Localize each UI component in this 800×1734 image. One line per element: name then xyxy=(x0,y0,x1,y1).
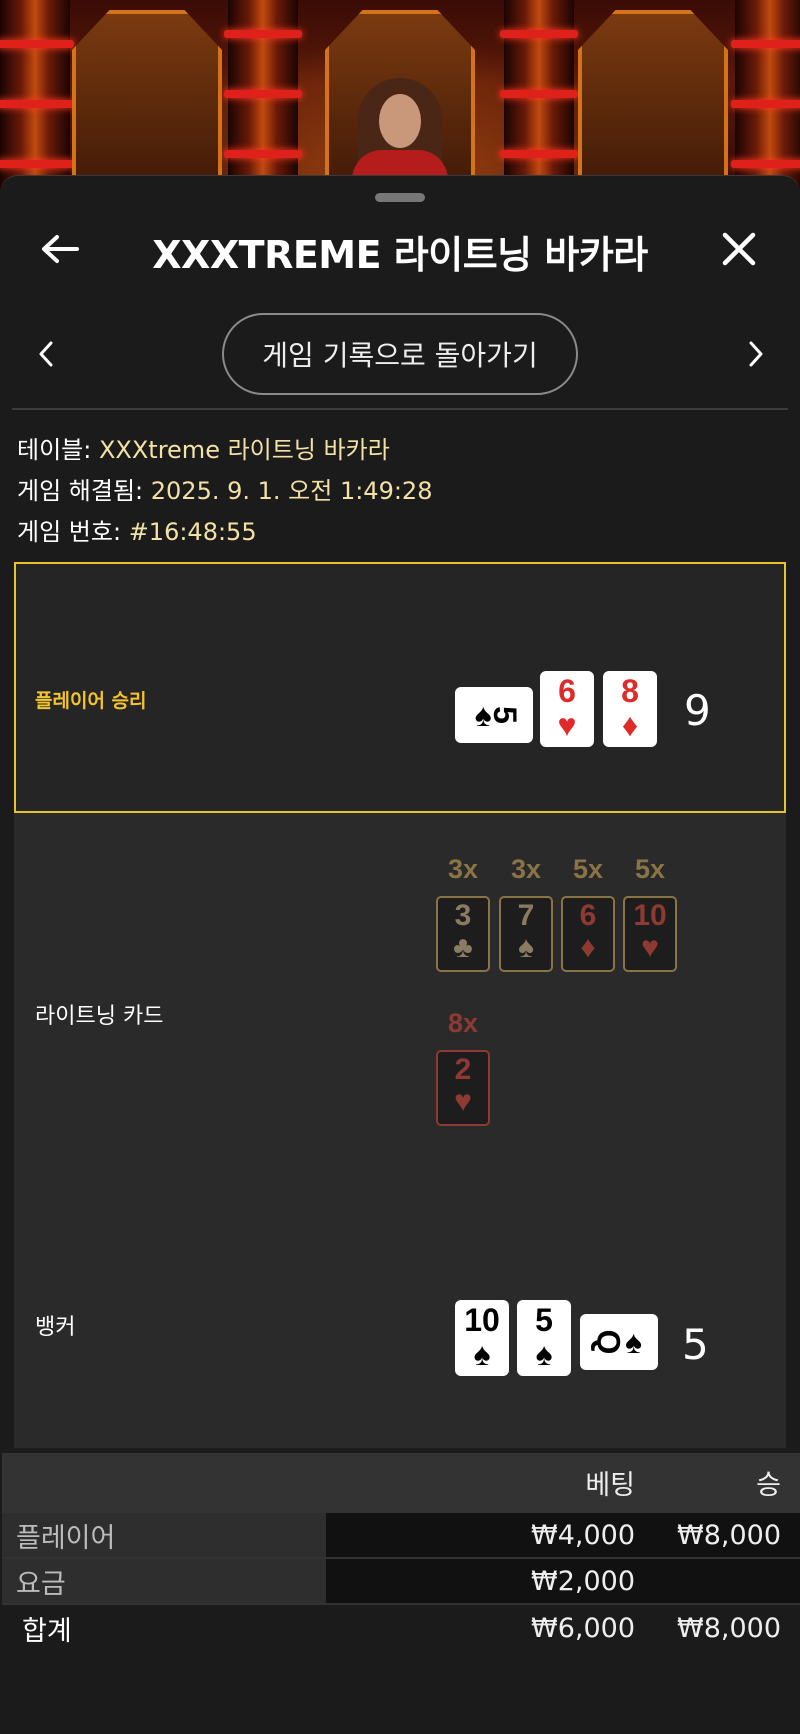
total-label: 합계 xyxy=(22,1615,72,1647)
column-header-win: 승 xyxy=(756,1469,781,1501)
card-rank: 6 xyxy=(558,673,576,709)
lightning-multiplier: 8x xyxy=(447,1008,479,1038)
card-rank: 10 xyxy=(464,1302,500,1338)
player-win-label: 플레이어 승리 xyxy=(35,690,147,712)
banker-label: 뱅커 xyxy=(35,1315,76,1340)
divider xyxy=(12,408,788,410)
prev-game-button[interactable] xyxy=(16,324,76,384)
lightning-multiplier: 5x xyxy=(572,854,604,884)
back-button[interactable] xyxy=(30,219,90,279)
card-rank: 8 xyxy=(621,673,639,709)
banker-card-3: Q ♠ xyxy=(580,1314,658,1370)
result-panel: 플레이어 승리 ♠ 5 6 ♥ 8 ♦ 9 라이트닝 카드 3x 3 ♣ 3x … xyxy=(14,562,786,1448)
lightning-card: 6 ♦ xyxy=(561,896,615,972)
info-resolved-value: 2025. 9. 1. 오전 1:49:28 xyxy=(150,477,433,505)
card-rank: 3 xyxy=(454,899,472,932)
banker-card-2: 5 ♠ xyxy=(517,1300,571,1376)
info-number-row: 게임 번호: #16:48:55 xyxy=(17,512,257,547)
total-bet-amount: ₩6,000 xyxy=(531,1612,635,1644)
info-resolved-row: 게임 해결됨: 2025. 9. 1. 오전 1:49:28 xyxy=(17,471,432,506)
card-suit: ♦ xyxy=(580,931,596,964)
card-suit: ♣ xyxy=(453,931,473,964)
lightning-card: 10 ♥ xyxy=(623,896,677,972)
lightning-card: 7 ♠ xyxy=(499,896,553,972)
card-suit: ♠ xyxy=(518,931,534,964)
card-suit: ♥ xyxy=(641,931,659,964)
bet-name: 요금 xyxy=(2,1559,326,1603)
column-header-bet: 베팅 xyxy=(585,1469,635,1501)
lightning-card: 3 ♣ xyxy=(436,896,490,972)
card-suit: ♠ xyxy=(624,1324,642,1360)
card-rank: 7 xyxy=(517,899,535,932)
table-total-row: 합계 ₩6,000 ₩8,000 xyxy=(2,1603,800,1651)
player-card-2: 6 ♥ xyxy=(540,671,594,747)
card-rank: Q xyxy=(590,1329,627,1355)
lightning-multiplier: 3x xyxy=(447,854,479,884)
lightning-multiplier: 3x xyxy=(510,854,542,884)
info-label: 게임 해결됨: xyxy=(17,477,144,505)
back-to-history-button[interactable]: 게임 기록으로 돌아가기 xyxy=(222,313,578,395)
card-suit: ♦ xyxy=(621,707,639,743)
close-button[interactable] xyxy=(709,219,769,279)
player-result-box: 플레이어 승리 ♠ 5 6 ♥ 8 ♦ 9 xyxy=(14,562,786,813)
bets-table: 베팅 승 플레이어 ₩4,000 ₩8,000 요금 ₩2,000 합계 ₩6,… xyxy=(2,1453,800,1651)
lightning-multiplier: 5x xyxy=(634,854,666,884)
player-card-3: 8 ♦ xyxy=(603,671,657,747)
page-title: XXXTREME 라이트닝 바카라 xyxy=(152,233,648,277)
banker-score: 5 xyxy=(682,1320,709,1369)
info-label: 테이블: xyxy=(17,436,92,464)
sheet-header: XXXTREME 라이트닝 바카라 xyxy=(0,216,800,286)
card-rank: 6 xyxy=(579,899,597,932)
win-amount: ₩8,000 xyxy=(677,1519,781,1551)
card-rank: 5 xyxy=(486,706,523,724)
chevron-left-icon xyxy=(39,341,53,367)
info-table-row: 테이블: XXXtreme 라이트닝 바카라 xyxy=(17,430,390,465)
table-header-row: 베팅 승 xyxy=(2,1453,800,1511)
card-suit: ♥ xyxy=(454,1085,472,1118)
card-suit: ♠ xyxy=(535,1336,553,1372)
info-label: 게임 번호: xyxy=(17,518,122,546)
card-rank: 2 xyxy=(454,1053,472,1086)
player-score: 9 xyxy=(684,686,711,735)
card-rank: 5 xyxy=(535,1302,553,1338)
card-suit: ♥ xyxy=(557,707,577,743)
player-card-1: ♠ 5 xyxy=(455,687,533,743)
banker-card-1: 10 ♠ xyxy=(455,1300,509,1376)
table-row: 플레이어 ₩4,000 ₩8,000 xyxy=(2,1511,800,1557)
lightning-cards-label: 라이트닝 카드 xyxy=(35,1004,164,1029)
bet-name: 플레이어 xyxy=(2,1513,326,1557)
game-navigation: 게임 기록으로 돌아가기 xyxy=(0,313,800,397)
arrow-left-icon xyxy=(42,235,79,263)
total-win-amount: ₩8,000 xyxy=(677,1612,781,1644)
chevron-right-icon xyxy=(749,341,763,367)
lightning-card: 2 ♥ xyxy=(436,1050,490,1126)
info-number-value: #16:48:55 xyxy=(128,518,257,546)
card-suit: ♠ xyxy=(473,1336,491,1372)
info-table-value: XXXtreme 라이트닝 바카라 xyxy=(98,436,390,464)
card-rank: 10 xyxy=(633,899,667,932)
close-icon xyxy=(722,232,756,266)
next-game-button[interactable] xyxy=(726,324,786,384)
bet-amount: ₩2,000 xyxy=(531,1565,635,1597)
table-row: 요금 ₩2,000 xyxy=(2,1557,800,1603)
sheet-drag-handle[interactable] xyxy=(375,193,425,202)
bet-amount: ₩4,000 xyxy=(531,1519,635,1551)
